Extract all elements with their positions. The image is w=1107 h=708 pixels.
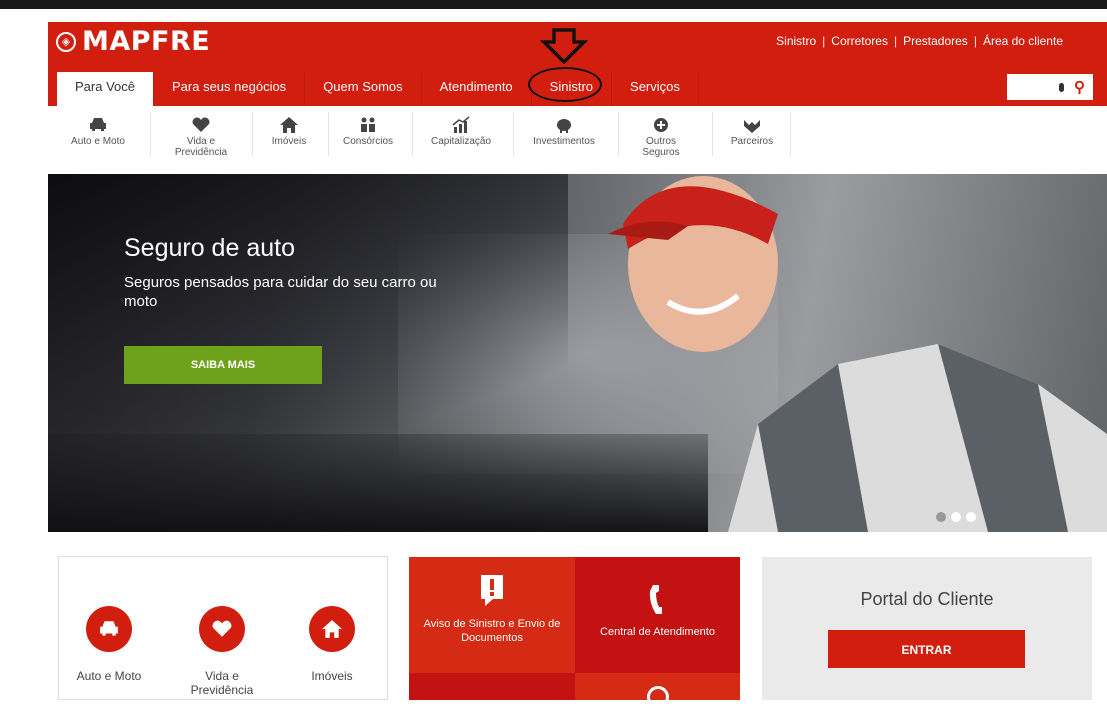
alert-icon — [481, 575, 503, 606]
carousel-indicators — [936, 512, 976, 522]
subnav-item-investimentos[interactable]: Investimentos — [524, 116, 604, 147]
divider — [150, 112, 151, 156]
link-sinistro[interactable]: Sinistro — [776, 34, 816, 48]
carousel-dot-2[interactable] — [951, 512, 961, 522]
quick-imoveis-button[interactable] — [309, 606, 355, 652]
service-label: Aviso de Sinistro e Envio de Documentos — [423, 618, 561, 644]
subnav-item-consorcios[interactable]: Consórcios — [335, 116, 401, 147]
car-icon — [100, 621, 118, 636]
annotation-circle — [528, 67, 602, 102]
quick-label: Imóveis — [311, 669, 353, 683]
tab-para-voce[interactable]: Para Você — [57, 72, 154, 106]
portal-do-cliente-card: Portal do Cliente ENTRAR — [762, 557, 1092, 700]
hero-title: Seguro de auto — [124, 234, 295, 262]
brand-name: MAPFRE — [82, 26, 211, 57]
mechanic-photo — [608, 176, 1107, 532]
service-tile-icon — [647, 686, 669, 708]
divider — [618, 112, 619, 156]
house-icon — [322, 620, 342, 638]
mapfre-logo[interactable]: ◈ MAPFRE — [56, 26, 210, 57]
link-corretores[interactable]: Corretores — [831, 34, 888, 48]
subnav-item-auto-moto[interactable]: Auto e Moto — [68, 116, 128, 147]
separator: | — [822, 34, 826, 48]
handshake-icon — [744, 120, 760, 133]
divider — [412, 112, 413, 156]
service-tile-lower[interactable] — [575, 673, 740, 708]
car-icon — [90, 118, 106, 131]
subnav-label: Parceiros — [730, 136, 774, 147]
separator: | — [893, 34, 898, 48]
product-subnav: Auto e Moto Vida e Previdência Imóveis C… — [48, 106, 1107, 174]
plus-circle-icon — [654, 118, 668, 132]
top-dark-bar — [0, 0, 1107, 9]
divider — [513, 112, 514, 156]
subnav-item-imoveis[interactable]: Imóveis — [264, 116, 314, 147]
tab-atendimento[interactable]: Atendimento — [422, 72, 532, 106]
subnav-label: Consórcios — [342, 136, 394, 147]
subnav-item-outros-seguros[interactable]: Outros Seguros — [633, 116, 689, 158]
service-tile-lower[interactable] — [409, 673, 575, 700]
subnav-label: Imóveis — [271, 136, 307, 147]
saiba-mais-button[interactable]: SAIBA MAIS — [124, 346, 322, 384]
subnav-label: Auto e Moto — [71, 136, 125, 147]
entrar-button[interactable]: ENTRAR — [828, 630, 1025, 668]
link-prestadores[interactable]: Prestadores — [903, 34, 968, 48]
heart-icon — [212, 620, 232, 637]
separator: | — [973, 34, 977, 48]
heart-icon — [192, 117, 210, 132]
tab-servicos[interactable]: Serviços — [612, 72, 699, 106]
search-icon[interactable]: ⚲ — [1074, 78, 1085, 96]
mapfre-emblem-icon: ◈ — [56, 31, 76, 52]
service-aviso-sinistro[interactable]: Aviso de Sinistro e Envio de Documentos — [409, 557, 575, 673]
portal-title: Portal do Cliente — [860, 589, 994, 609]
main-nav: Para Você Para seus negócios Quem Somos … — [57, 72, 699, 106]
subnav-label: Investimentos — [533, 136, 595, 147]
subnav-label: Capitalização — [430, 136, 492, 147]
quick-auto-moto-button[interactable] — [86, 606, 132, 652]
divider — [712, 112, 713, 156]
subnav-item-parceiros[interactable]: Parceiros — [724, 116, 780, 147]
carousel-dot-1[interactable] — [936, 512, 946, 522]
microphone-icon[interactable] — [1059, 82, 1064, 92]
divider — [328, 112, 329, 156]
subnav-label: Vida e Previdência — [174, 136, 228, 158]
carousel-dot-3[interactable] — [966, 512, 976, 522]
tab-quem-somos[interactable]: Quem Somos — [305, 72, 422, 106]
hero-banner: Seguro de auto Seguros pensados para cui… — [48, 174, 1107, 532]
quick-label: Vida e Previdência — [190, 669, 254, 697]
utility-links: Sinistro | Corretores | Prestadores | Ár… — [776, 34, 1063, 48]
quick-label: Auto e Moto — [76, 669, 142, 683]
quick-vida-button[interactable] — [199, 606, 245, 652]
subnav-label: Outros Seguros — [642, 136, 680, 158]
divider — [252, 112, 253, 156]
service-label: Central de Atendimento — [600, 626, 715, 638]
annotation-arrow-icon — [540, 28, 588, 64]
house-icon — [280, 117, 298, 133]
services-grid: Aviso de Sinistro e Envio de Documentos … — [409, 557, 740, 708]
people-icon — [361, 117, 375, 132]
link-area-do-cliente[interactable]: Área do cliente — [983, 34, 1063, 48]
growth-chart-icon — [452, 116, 470, 133]
subnav-item-capitalizacao[interactable]: Capitalização — [424, 116, 498, 147]
tab-para-seus-negocios[interactable]: Para seus negócios — [154, 72, 306, 106]
search-box[interactable]: ⚲ — [1007, 74, 1093, 100]
subnav-item-vida-previdencia[interactable]: Vida e Previdência — [166, 116, 236, 158]
hero-subtitle: Seguros pensados para cuidar do seu carr… — [124, 274, 437, 310]
service-central-atendimento[interactable]: Central de Atendimento — [575, 557, 740, 673]
phone-icon — [649, 585, 662, 614]
piggy-bank-icon — [557, 119, 571, 133]
quick-products-card: Auto e Moto Vida e Previdência Imóveis — [58, 556, 388, 700]
divider — [790, 112, 791, 156]
